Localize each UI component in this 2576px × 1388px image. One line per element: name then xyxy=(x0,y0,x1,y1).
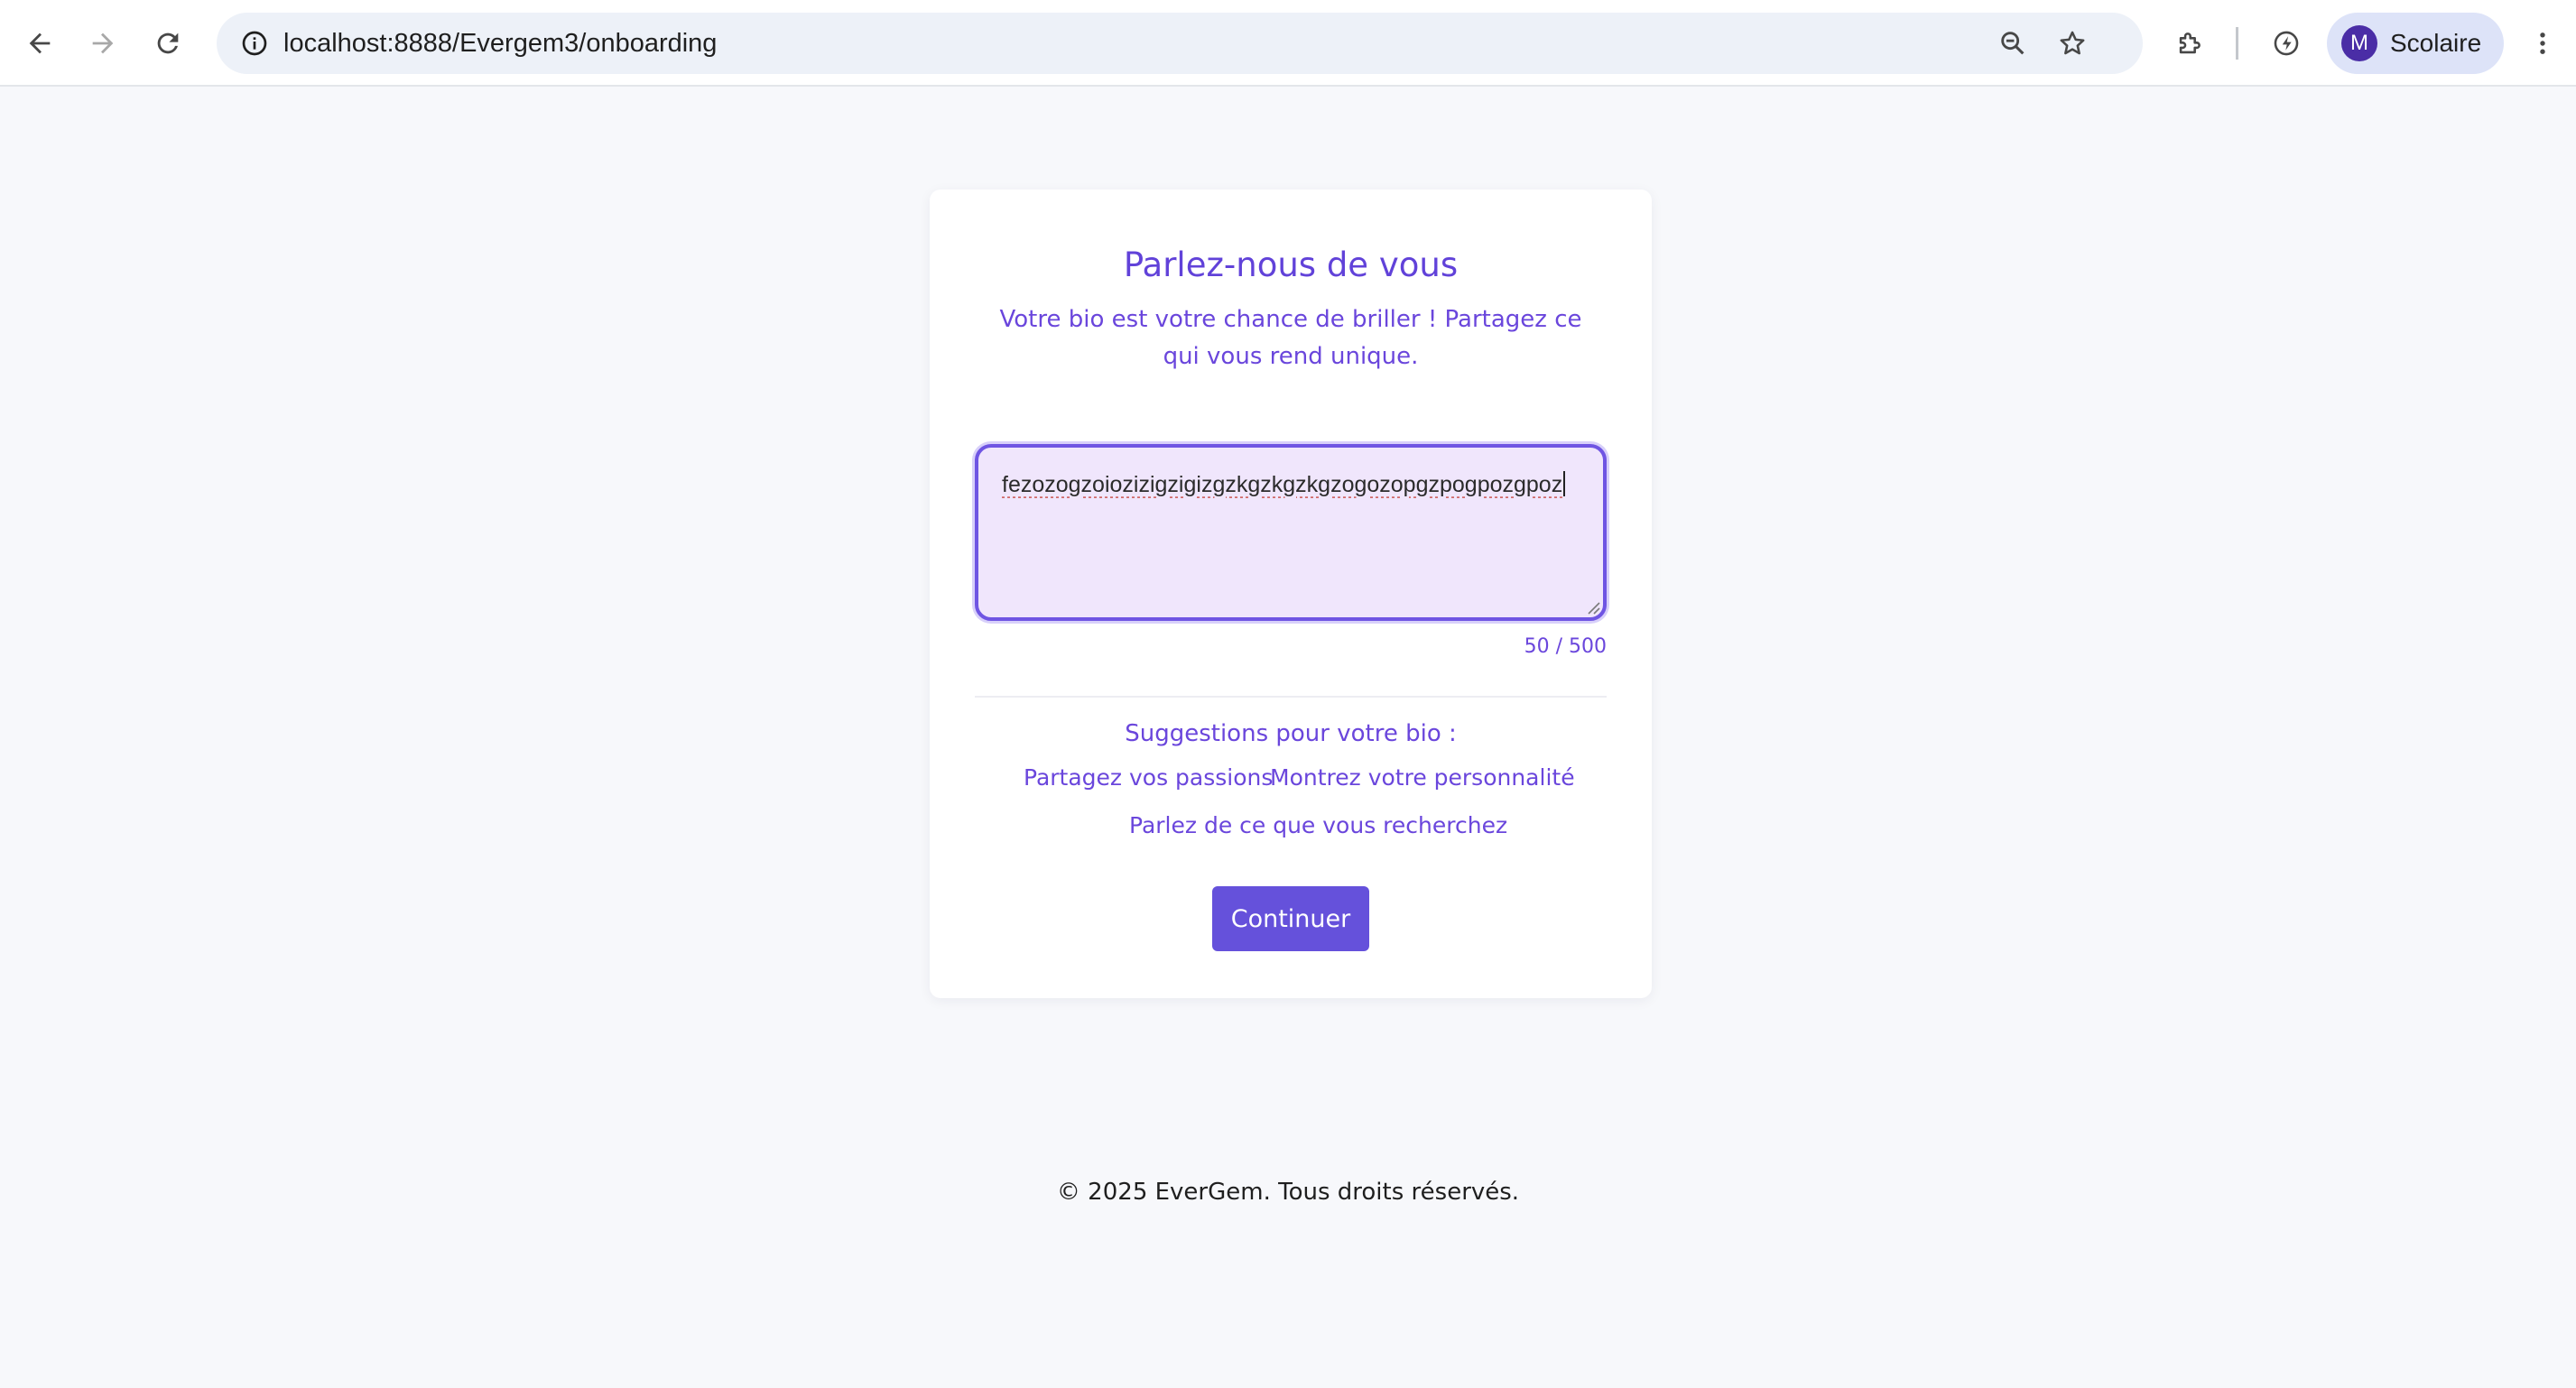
suggestion-looking-for[interactable]: Parlez de ce que vous recherchez xyxy=(1129,812,1507,838)
page-subtitle: Votre bio est votre chance de briller ! … xyxy=(999,306,1582,370)
site-info-icon xyxy=(242,31,267,56)
back-button[interactable] xyxy=(14,18,65,69)
resize-handle-icon[interactable] xyxy=(1585,599,1601,615)
suggestion-passions[interactable]: Partagez vos passions xyxy=(1024,764,1273,791)
suggestion-personality[interactable]: Montrez votre personnalité xyxy=(1270,764,1575,791)
zoom-button[interactable] xyxy=(1988,18,2038,69)
bookmark-button[interactable] xyxy=(2047,18,2098,69)
reload-button[interactable] xyxy=(143,18,193,69)
back-arrow-icon xyxy=(29,32,51,54)
performance-button[interactable] xyxy=(2261,18,2312,69)
continue-button[interactable]: Continuer xyxy=(1212,886,1369,951)
toolbar-separator xyxy=(2236,27,2238,60)
site-info-button[interactable] xyxy=(229,18,280,69)
zoom-icon xyxy=(2001,32,2025,55)
bio-textarea[interactable]: fezozogzoiozizigzigizgzkgzkgzkgzogozopgz… xyxy=(975,444,1607,621)
onboarding-card: Parlez-nous de vous Votre bio est votre … xyxy=(930,190,1652,998)
profile-button[interactable]: M Scolaire xyxy=(2327,13,2504,74)
avatar: M xyxy=(2341,25,2377,61)
page-title: Parlez-nous de vous xyxy=(1123,245,1459,284)
forward-arrow-icon xyxy=(92,32,114,54)
profile-name: Scolaire xyxy=(2390,29,2482,57)
divider xyxy=(975,696,1607,698)
browser-toolbar: localhost:8888/Evergem3/onboarding M Sco… xyxy=(0,0,2576,87)
suggestions-title: Suggestions pour votre bio : xyxy=(1125,720,1457,747)
reload-icon xyxy=(157,32,179,54)
kebab-menu-icon xyxy=(2540,32,2545,54)
bookmark-star-icon xyxy=(2060,31,2085,55)
address-bar[interactable]: localhost:8888/Evergem3/onboarding xyxy=(217,13,2143,74)
character-counter: 50 / 500 xyxy=(1524,635,1607,658)
forward-button[interactable] xyxy=(78,18,128,69)
footer-copyright: © 2025 EverGem. Tous droits réservés. xyxy=(1056,1179,1520,1206)
url-text[interactable]: localhost:8888/Evergem3/onboarding xyxy=(283,13,717,74)
bio-textarea-value[interactable]: fezozogzoiozizigzigizgzkgzkgzkgzogozopgz… xyxy=(1002,471,1580,498)
performance-icon xyxy=(2274,31,2299,56)
extensions-button[interactable] xyxy=(2164,18,2215,69)
browser-menu-button[interactable] xyxy=(2517,18,2568,69)
extensions-puzzle-icon xyxy=(2179,32,2201,54)
